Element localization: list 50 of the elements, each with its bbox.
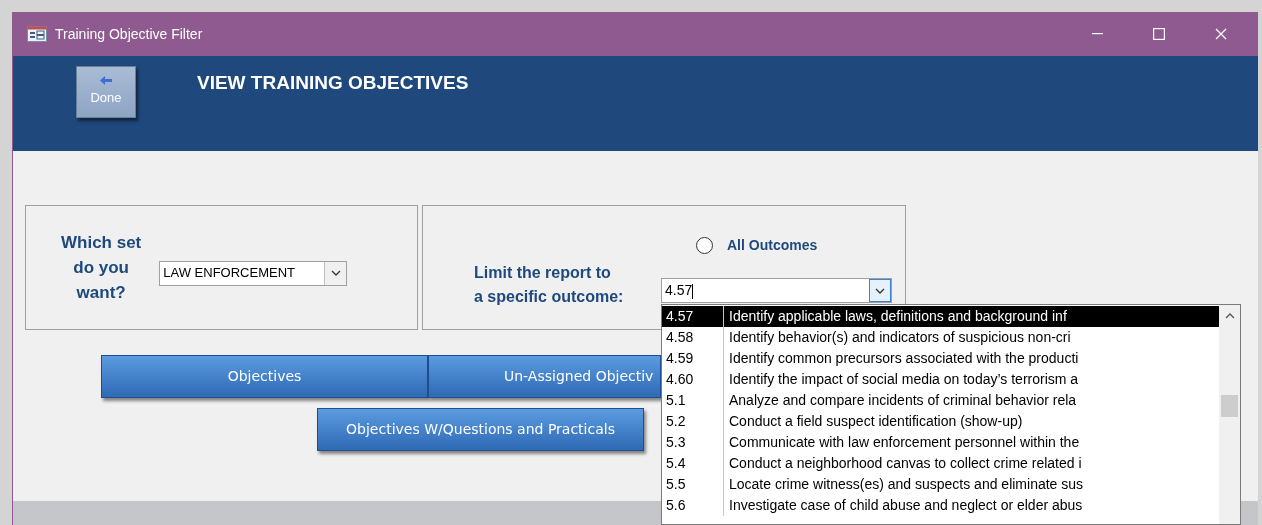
outcome-description: Conduct a field suspect identification (show-up) [728,412,1023,431]
outcome-description: Identify the impact of social media on today’s terrorism a [728,370,1079,389]
dropdown-row[interactable]: 4.60 Identify the impact of social media on today’s terrorism a [662,369,1219,390]
dropdown-row[interactable]: 5.5 Locate crime witness(es) and suspects and eliminate sus [662,474,1219,495]
outcome-description: Identify applicable laws, definitions and background inf [728,307,1067,326]
dropdown-row[interactable]: 5.4 Conduct a neighborhood canvas to collect crime related i [662,453,1219,474]
minimize-icon [1091,33,1103,35]
dropdown-row[interactable]: 5.6 Investigate case of child abuse and neglect or elder abus [662,495,1219,516]
caret-icon [330,270,341,276]
scroll-thumb[interactable] [1221,395,1238,417]
outcome-description: Investigate case of child abuse and neglect or elder abus [728,496,1083,515]
outcome-code: 5.2 [662,411,724,432]
dropdown-row[interactable]: 4.59 Identify common precursors associated with the producti [662,348,1219,369]
dropdown-row[interactable]: 5.3 Communicate with law enforcement personnel within the [662,432,1219,453]
outcome-code: 4.57 [662,306,724,327]
outcome-code: 4.58 [662,327,724,348]
outcome-description: Locate crime witness(es) and suspects and eliminate sus [728,475,1084,494]
outcome-description: Analyze and compare incidents of criminal behavior rela [728,391,1077,410]
radio-button[interactable] [696,237,713,254]
window-title: Training Objective Filter [55,24,203,44]
set-combo-box[interactable]: LAW ENFORCEMENT [159,260,348,286]
maximize-icon [1153,28,1165,40]
close-icon [1215,28,1227,40]
dropdown-row[interactable]: 5.2 Conduct a field suspect identification (show-up) [662,411,1219,432]
objectives-button[interactable]: Objectives [101,355,428,398]
dropdown-row[interactable]: 4.57 Identify applicable laws, definitions and background inf [662,306,1219,327]
caret-icon [875,287,885,294]
outcome-description: Identify behavior(s) and indicators of suspicious non-cri [728,328,1071,347]
questions-practicals-button[interactable]: Objectives W/Questions and Practicals [317,408,644,451]
dropdown-row[interactable]: 4.58 Identify behavior(s) and indicators of suspicious non-cri [662,327,1219,348]
outcome-description: Communicate with law enforcement personnel within the [728,433,1080,452]
unassigned-objectives-button[interactable]: Un-Assigned Objectiv [428,355,661,398]
dropdown-row[interactable]: 5.1 Analyze and compare incidents of criminal behavior rela [662,390,1219,411]
outcome-code: 5.4 [662,453,724,474]
outcome-code: 4.60 [662,369,724,390]
outcome-code: 5.3 [662,432,724,453]
outcome-description: Conduct a neighborhood canvas to collect crime related i [728,454,1082,473]
outcome-combo-box[interactable]: 4.57 [661,278,892,303]
outcome-code: 5.5 [662,474,724,495]
outcome-code: 5.1 [662,390,724,411]
outcome-code: 4.59 [662,348,724,369]
page-heading: VIEW TRAINING OBJECTIVES [197,71,469,95]
outcome-label: Limit the report to a specific outcome: [474,263,624,307]
scroll-up-icon [1224,313,1235,319]
left-arrow-icon [100,76,112,86]
outcome-description: Identify common precursors associated with the producti [728,349,1079,368]
form-icon [27,26,47,42]
radio-label: All Outcomes [727,236,818,255]
set-label: Which set do you want? [61,232,142,304]
outcome-code: 5.6 [662,495,724,516]
